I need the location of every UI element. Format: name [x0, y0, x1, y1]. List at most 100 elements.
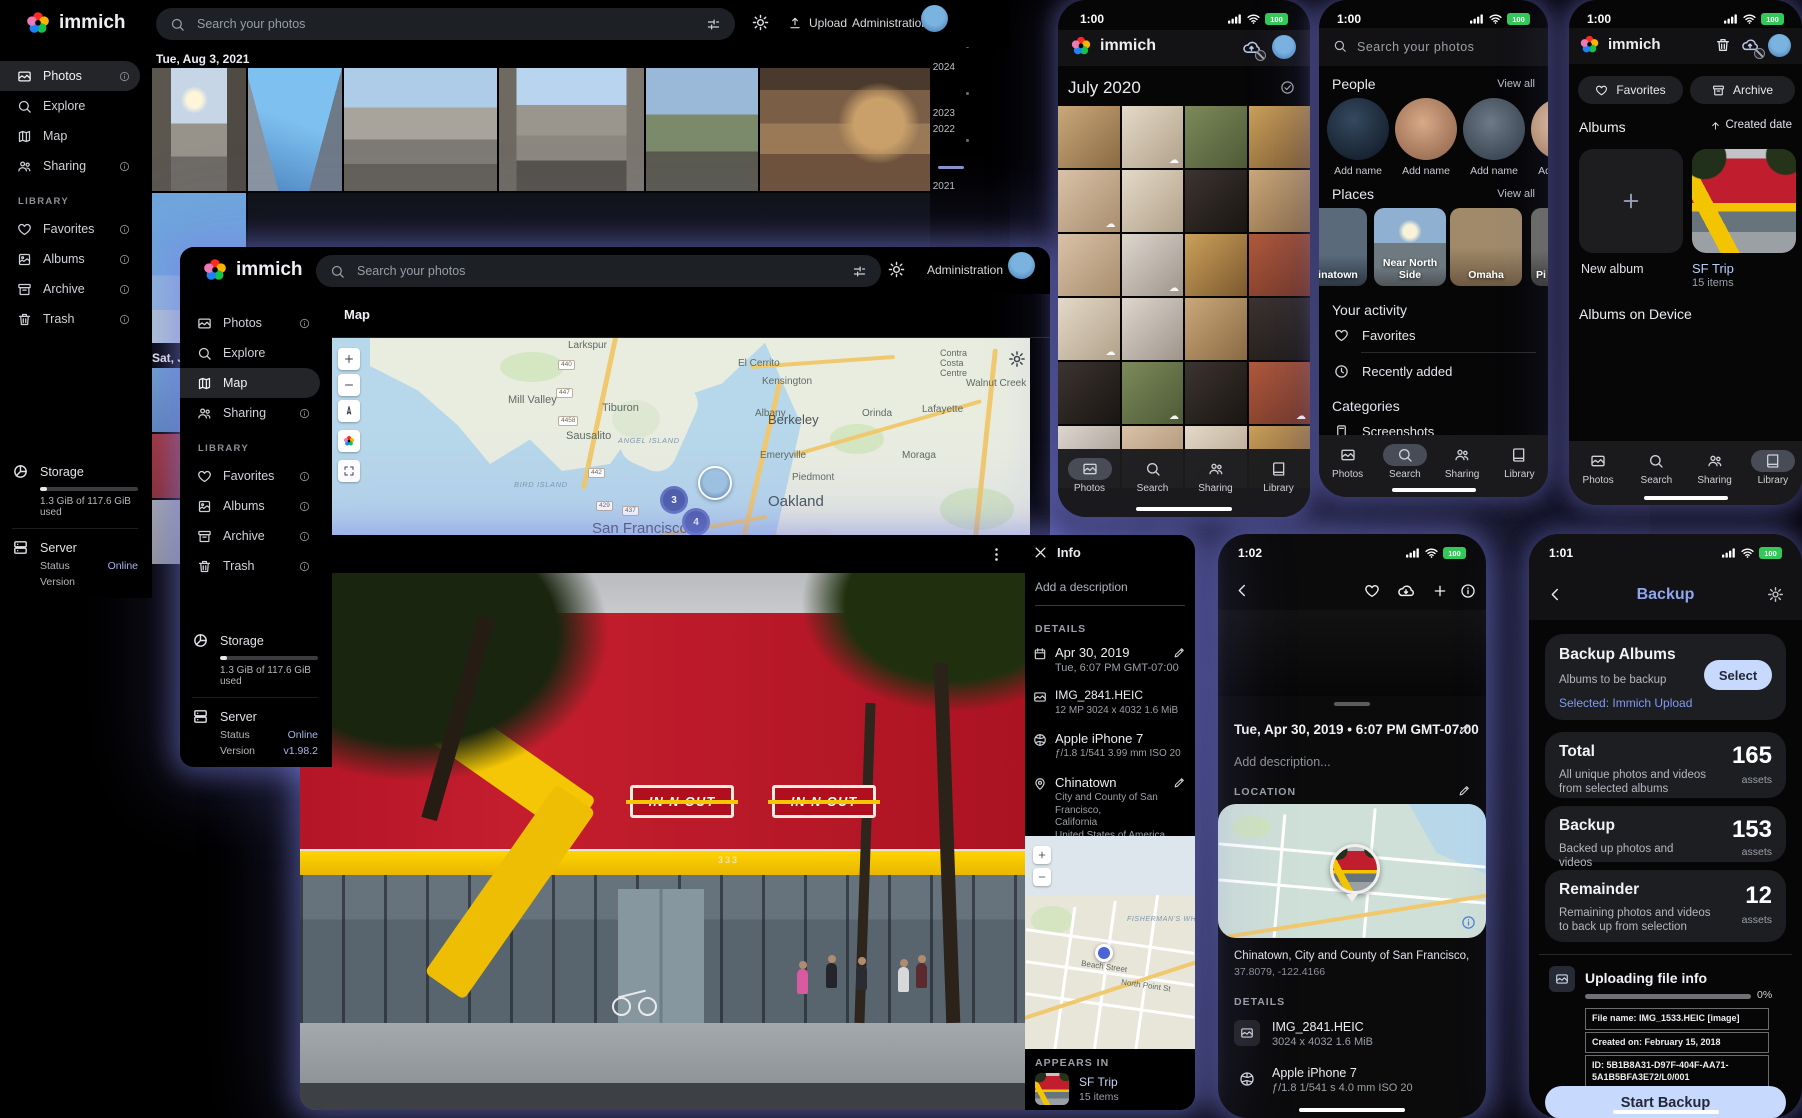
sidebar-item-map[interactable]: Map — [0, 121, 140, 151]
theme-toggle-icon[interactable] — [888, 261, 905, 278]
photo-thumb[interactable] — [344, 68, 497, 191]
avatar[interactable] — [921, 5, 948, 32]
place-tile[interactable]: Pi — [1531, 208, 1548, 286]
sidebar-item-albums[interactable]: Albums — [0, 244, 140, 274]
scrubber-handle[interactable] — [938, 166, 964, 169]
photo-thumb[interactable] — [1249, 362, 1311, 424]
place-tile[interactable]: Near North Side — [1374, 208, 1446, 286]
album-thumb[interactable] — [1035, 1073, 1069, 1105]
sidebar-item-favorites[interactable]: Favorites — [180, 461, 320, 491]
photo-preview-dark[interactable] — [1218, 610, 1486, 696]
info-icon[interactable] — [299, 318, 310, 329]
add-name-label[interactable]: Add name — [1395, 165, 1457, 177]
photo-thumb[interactable] — [1185, 298, 1247, 360]
map-settings-gear-icon[interactable] — [1008, 350, 1026, 368]
add-name-label[interactable]: Add name — [1531, 165, 1548, 177]
share-icon[interactable] — [837, 546, 854, 563]
info-icon[interactable] — [119, 161, 130, 172]
info-icon[interactable] — [299, 561, 310, 572]
sidebar-item-archive[interactable]: Archive — [180, 521, 320, 551]
add-name-label[interactable]: Add name — [1327, 165, 1389, 177]
nav-photos[interactable]: Photos — [1319, 435, 1376, 497]
person-avatar[interactable] — [1531, 98, 1548, 160]
info-icon[interactable] — [119, 254, 130, 265]
favorite-heart-icon[interactable] — [929, 546, 946, 563]
photo-thumb[interactable] — [1249, 298, 1311, 360]
sidebar-item-explore[interactable]: Explore — [0, 91, 140, 121]
sidebar-item-archive[interactable]: Archive — [0, 274, 140, 304]
info-icon[interactable] — [119, 314, 130, 325]
search-input[interactable]: Search your photos — [156, 8, 735, 40]
places-view-all-link[interactable]: View all — [1497, 188, 1535, 200]
select-all-check-icon[interactable] — [1280, 80, 1295, 95]
info-icon[interactable] — [299, 501, 310, 512]
compass-button[interactable] — [338, 400, 360, 422]
scrubber-year[interactable]: 2024 — [923, 62, 955, 73]
edit-location-icon[interactable] — [1458, 784, 1471, 797]
location-minimap[interactable]: FISHERMAN'S WHARF Beach Street North Poi… — [1025, 836, 1195, 1049]
nav-library[interactable]: Library — [1744, 441, 1802, 505]
archive-pill-button[interactable]: Archive — [1690, 76, 1795, 104]
info-icon[interactable] — [1460, 583, 1476, 599]
nav-library[interactable]: Library — [1491, 435, 1548, 497]
trash-icon[interactable] — [1715, 37, 1731, 53]
map-info-icon[interactable] — [1461, 915, 1476, 930]
zoom-out-button[interactable] — [1033, 868, 1051, 886]
photo-thumb[interactable] — [1058, 298, 1120, 360]
person-avatar[interactable] — [1463, 98, 1525, 160]
zoom-in-button[interactable] — [1033, 846, 1051, 864]
edit-date-icon[interactable] — [1173, 646, 1186, 659]
photo-cluster-marker[interactable]: 4 — [682, 508, 710, 536]
search-filter-icon[interactable] — [706, 17, 721, 32]
photo-thumb[interactable] — [1122, 170, 1184, 232]
sort-created-date[interactable]: Created date — [1710, 119, 1793, 131]
scrubber-year[interactable]: 2022 — [923, 124, 955, 135]
album-tile-sf-trip[interactable] — [1692, 149, 1796, 253]
immich-logo[interactable]: immich — [202, 257, 303, 283]
add-name-label[interactable]: Add name — [1463, 165, 1525, 177]
photo-thumb[interactable] — [1185, 106, 1247, 168]
new-album-tile[interactable] — [1579, 149, 1683, 253]
scrubber-year[interactable]: 2021 — [923, 181, 955, 192]
search-input[interactable]: Search your photos — [316, 255, 881, 287]
location-map[interactable] — [1218, 804, 1486, 938]
edit-date-icon[interactable] — [1458, 722, 1471, 735]
avatar[interactable] — [1768, 34, 1791, 57]
immich-logo[interactable]: immich — [25, 10, 126, 36]
sidebar-item-photos[interactable]: Photos — [0, 61, 140, 91]
map-style-button[interactable] — [338, 430, 360, 452]
photo-thumb[interactable] — [1058, 234, 1120, 296]
photo-thumb[interactable] — [1122, 362, 1184, 424]
photo-thumb[interactable] — [1058, 106, 1120, 168]
photo-thumb[interactable] — [1249, 234, 1311, 296]
photo-thumb[interactable] — [1185, 362, 1247, 424]
main-photo[interactable]: IN-N-OUT IN-N-OUT 333 — [300, 573, 1025, 1110]
photo-cluster-marker[interactable]: 3 — [660, 486, 688, 514]
favorite-heart-icon[interactable] — [1364, 583, 1380, 599]
photo-thumb[interactable] — [248, 68, 342, 191]
description-input[interactable]: Add a description — [1035, 580, 1128, 594]
description-input[interactable]: Add description... — [1234, 755, 1331, 769]
photo-thumb[interactable] — [499, 68, 644, 191]
sidebar-item-albums[interactable]: Albums — [180, 491, 320, 521]
sidebar-item-sharing[interactable]: Sharing — [180, 398, 320, 428]
info-icon[interactable] — [119, 284, 130, 295]
avatar[interactable] — [1272, 35, 1296, 59]
sidebar-item-favorites[interactable]: Favorites — [0, 214, 140, 244]
zoom-in-icon[interactable] — [868, 546, 885, 563]
delete-icon[interactable] — [959, 546, 976, 563]
nav-photos[interactable]: Photos — [1569, 441, 1627, 505]
upload-button[interactable]: Upload — [788, 16, 847, 30]
photo-thumb[interactable] — [1249, 106, 1311, 168]
nav-library[interactable]: Library — [1247, 449, 1310, 517]
sidebar-item-trash[interactable]: Trash — [0, 304, 140, 334]
more-options-icon[interactable] — [988, 546, 1005, 563]
favorites-row[interactable]: Favorites — [1334, 328, 1415, 343]
photo-location-marker[interactable] — [1330, 844, 1380, 894]
photo-thumb[interactable] — [1122, 298, 1184, 360]
info-icon[interactable] — [299, 471, 310, 482]
people-view-all-link[interactable]: View all — [1497, 78, 1535, 90]
place-tile[interactable]: Chinatown — [1319, 208, 1367, 286]
photo-thumb[interactable] — [1185, 234, 1247, 296]
photo-thumb[interactable] — [1249, 170, 1311, 232]
